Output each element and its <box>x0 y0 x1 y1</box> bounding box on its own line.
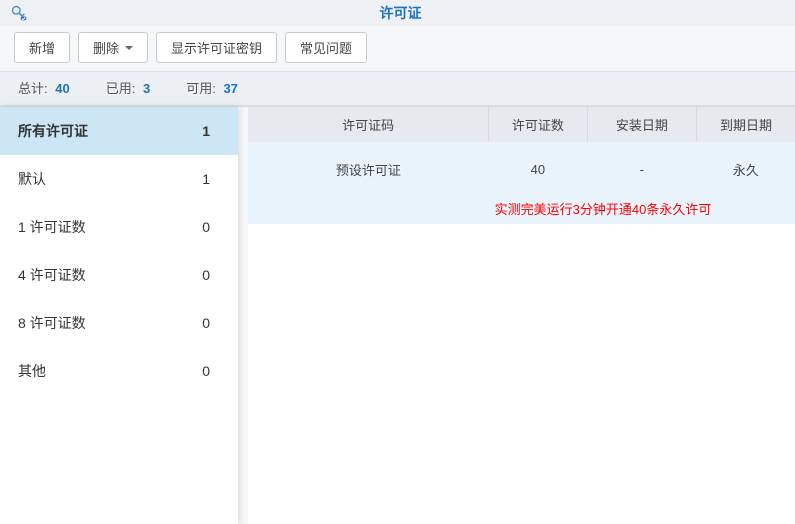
table-row[interactable]: 预设许可证 40 - 永久 <box>248 142 795 197</box>
show-license-key-button[interactable]: 显示许可证密钥 <box>156 32 277 63</box>
stat-total-value: 40 <box>55 81 69 96</box>
stat-total-label: 总计: <box>18 81 48 96</box>
main-panel: 许可证码 许可证数 安装日期 到期日期 预设许可证 40 - 永久 实测完美运行… <box>248 107 795 524</box>
th-license-code[interactable]: 许可证码 <box>248 107 489 142</box>
sidebar-item-label: 默认 <box>18 169 46 189</box>
note-row: 实测完美运行3分钟开通40条永久许可 <box>248 197 795 224</box>
sidebar-item-count: 0 <box>202 267 210 283</box>
sidebar-item[interactable]: 其他 0 <box>0 347 238 395</box>
stat-used-value: 3 <box>143 81 150 96</box>
stat-available-value: 37 <box>223 81 237 96</box>
stat-available: 可用: 37 <box>186 78 238 97</box>
th-license-count[interactable]: 许可证数 <box>489 107 587 142</box>
sidebar-item[interactable]: 4 许可证数 0 <box>0 251 238 299</box>
stat-used: 已用: 3 <box>106 78 150 97</box>
th-expire-date[interactable]: 到期日期 <box>697 107 795 142</box>
faq-button[interactable]: 常见问题 <box>285 32 367 63</box>
license-key-icon <box>10 4 28 22</box>
sidebar: 所有许可证 1 默认 1 1 许可证数 0 4 许可证数 0 8 许可证数 0 其他 0 <box>0 107 238 524</box>
license-table: 许可证码 许可证数 安装日期 到期日期 预设许可证 40 - 永久 实测完美运行… <box>248 107 795 224</box>
sidebar-item-label: 4 许可证数 <box>18 265 86 285</box>
sidebar-item-label: 其他 <box>18 361 46 381</box>
sidebar-item-count: 0 <box>202 219 210 235</box>
sidebar-item-count: 1 <box>202 123 210 139</box>
sidebar-item-count: 0 <box>202 363 210 379</box>
sidebar-item[interactable]: 1 许可证数 0 <box>0 203 238 251</box>
th-install-date[interactable]: 安装日期 <box>587 107 696 142</box>
stat-available-label: 可用: <box>186 81 216 96</box>
page-title: 许可证 <box>36 3 795 23</box>
sidebar-item-label: 所有许可证 <box>18 121 88 141</box>
sidebar-item[interactable]: 默认 1 <box>0 155 238 203</box>
sidebar-item[interactable]: 8 许可证数 0 <box>0 299 238 347</box>
stats-bar: 总计: 40 已用: 3 可用: 37 <box>0 71 795 106</box>
add-button[interactable]: 新增 <box>14 32 70 63</box>
cell-license-code: 预设许可证 <box>248 142 489 197</box>
stat-total: 总计: 40 <box>18 78 70 97</box>
sidebar-item-label: 8 许可证数 <box>18 313 86 333</box>
sidebar-item[interactable]: 所有许可证 1 <box>0 107 238 155</box>
note-text: 实测完美运行3分钟开通40条永久许可 <box>489 197 795 224</box>
delete-button-label: 删除 <box>93 38 119 57</box>
sidebar-item-label: 1 许可证数 <box>18 217 86 237</box>
stat-used-label: 已用: <box>106 81 136 96</box>
toolbar: 新增 删除 显示许可证密钥 常见问题 <box>0 26 795 71</box>
cell-expire-date: 永久 <box>697 142 795 197</box>
cell-install-date: - <box>587 142 696 197</box>
delete-button[interactable]: 删除 <box>78 32 148 63</box>
sidebar-item-count: 0 <box>202 315 210 331</box>
sidebar-item-count: 1 <box>202 171 210 187</box>
cell-license-count: 40 <box>489 142 587 197</box>
chevron-down-icon <box>125 46 133 50</box>
